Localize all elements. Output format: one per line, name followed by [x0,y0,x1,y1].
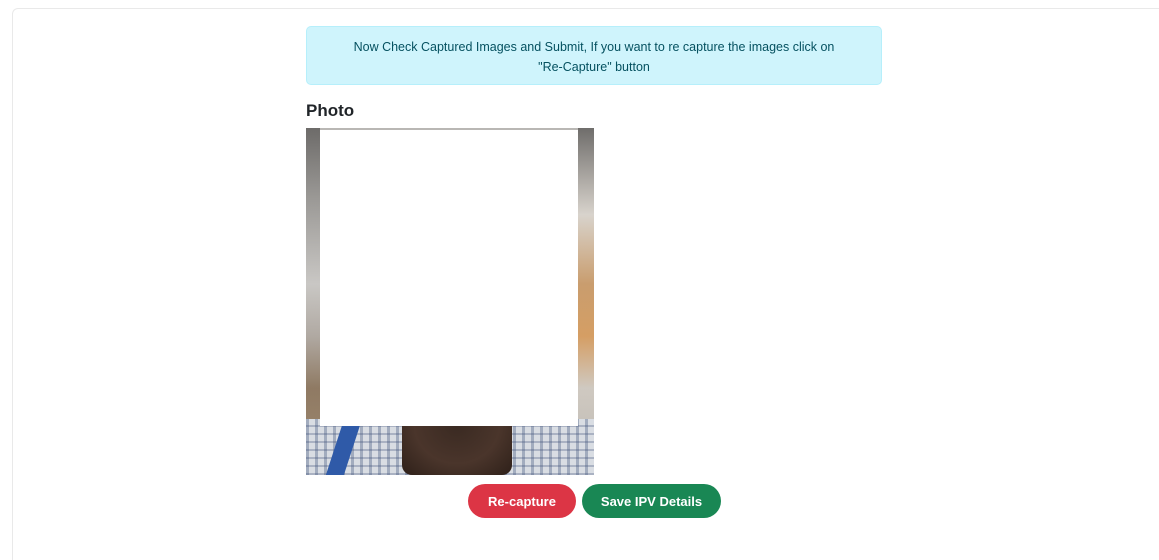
alert-line-2: "Re-Capture" button [538,60,650,74]
save-ipv-details-button[interactable]: Save IPV Details [582,484,721,518]
alert-line-1: Now Check Captured Images and Submit, If… [353,40,835,54]
info-alert: Now Check Captured Images and Submit, If… [306,26,882,85]
photo-neck [402,425,512,475]
recapture-button[interactable]: Re-capture [468,484,576,518]
action-buttons: Re-capture Save IPV Details [468,484,721,518]
photo-heading: Photo [306,101,355,120]
captured-photo [306,128,594,475]
photo-redaction-box [320,130,578,426]
page: Now Check Captured Images and Submit, If… [0,0,1159,560]
